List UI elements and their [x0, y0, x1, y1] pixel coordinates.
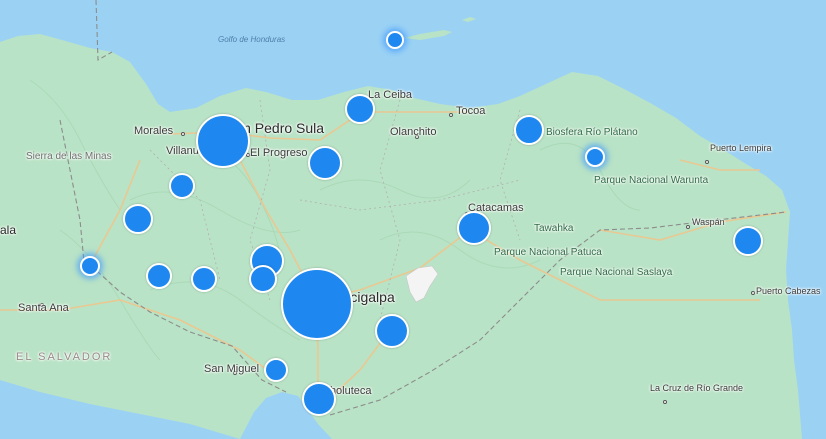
la-cruz-de-rio-grande-label: La Cruz de Río Grande	[650, 383, 744, 393]
el-salvador-label: EL SALVADOR	[16, 351, 113, 363]
saslaya-label: Parque Nacional Saslaya	[560, 267, 672, 279]
map-marker[interactable]	[386, 31, 404, 49]
puerto-lempira-label: Puerto Lempira	[710, 143, 772, 153]
map-marker[interactable]	[733, 226, 763, 256]
city-dot	[449, 113, 453, 117]
map-marker[interactable]	[264, 358, 288, 382]
map-marker[interactable]	[123, 204, 153, 234]
santa-ana-label: Santa Ana	[18, 302, 69, 314]
map-marker[interactable]	[514, 115, 544, 145]
map-marker[interactable]	[169, 173, 195, 199]
map-marker[interactable]	[457, 211, 491, 245]
waspan-label: Waspán	[692, 217, 725, 227]
map-marker[interactable]	[585, 147, 605, 167]
el-progreso-label: El Progreso	[250, 147, 308, 159]
olanchito-label: Olanchito	[390, 126, 437, 138]
map-marker[interactable]	[196, 114, 250, 168]
city-dot	[686, 225, 690, 229]
map-marker-choluteca[interactable]	[302, 382, 336, 416]
patuca-label: Parque Nacional Patuca	[494, 247, 602, 258]
puerto-cabezas-label: Puerto Cabezas	[756, 286, 821, 296]
gulf-of-honduras-label: Golfo de Honduras	[218, 35, 286, 44]
morales-label: Morales	[134, 125, 174, 137]
warunta-label: Parque Nacional Warunta	[594, 175, 709, 186]
map-marker[interactable]	[80, 256, 100, 276]
map-marker[interactable]	[146, 263, 172, 289]
map-marker[interactable]	[191, 266, 217, 292]
tocoa-label: Tocoa	[456, 105, 486, 117]
city-dot	[705, 160, 709, 164]
guatemala-label: ala	[0, 223, 17, 237]
city-dot	[181, 132, 185, 136]
city-dot	[751, 291, 755, 295]
tawahka-label: Tawahka	[534, 223, 574, 234]
la-ceiba-label: La Ceiba	[368, 89, 413, 101]
map-view[interactable]: Golfo de Honduras EL SALVADOR ala Sierra…	[0, 0, 826, 439]
san-miguel-label: San Miguel	[204, 363, 260, 375]
rio-platano-label: Biosfera Río Plátano	[546, 127, 638, 138]
map-marker[interactable]	[308, 146, 342, 180]
map-marker[interactable]	[345, 94, 375, 124]
city-dot	[663, 400, 667, 404]
sierra-de-las-minas-label: Sierra de las Minas	[26, 151, 112, 163]
map-marker[interactable]	[249, 265, 277, 293]
map-marker-tegucigalpa[interactable]	[281, 268, 353, 340]
map-marker[interactable]	[375, 314, 409, 348]
